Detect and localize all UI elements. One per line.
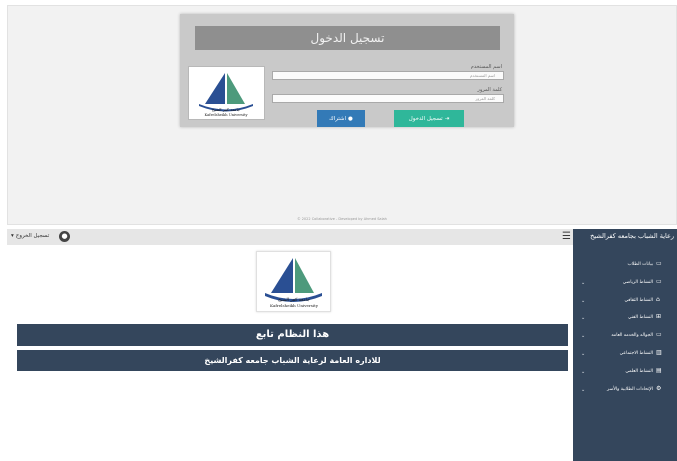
logout-label: تسجيل الخروج [15, 233, 50, 239]
user-add-icon: ● [348, 115, 353, 122]
dashboard-screen: ▾ تسجيل الخروج ● ☰ رعاية الشباب بجامعه ك… [7, 229, 677, 461]
username-label: اسم المستخدم [470, 64, 502, 70]
password-label: كلمة المرور [477, 87, 502, 93]
center-logo-graphic: جامعة كفر الشيخ Kafrelsheikh University [265, 258, 322, 308]
chevron-down-icon: ⌄ [581, 297, 586, 304]
sidebar: رعاية الشباب بجامعه كفرالشيخ بيانات الطل… [573, 229, 677, 461]
home-icon: ⌂ [656, 295, 660, 303]
sidebar-title: رعاية الشباب بجامعه كفرالشيخ [590, 232, 674, 240]
center-university-logo: جامعة كفر الشيخ Kafrelsheikh University [256, 251, 331, 312]
sidebar-item-label: الجواله والخدمه العامه [611, 333, 653, 339]
dropdown-caret-icon: ▾ [11, 233, 14, 239]
sidebar-item[interactable]: ⌄ الجواله والخدمه العامه ▭ [573, 328, 677, 346]
sidebar-item-label: النشاط الاجتماعي [619, 350, 653, 356]
laptop-icon: ▭ [656, 277, 662, 285]
sidebar-item[interactable]: ⌄ النشاط العلمي ▤ [573, 364, 677, 382]
desktop-icon: ▭ [656, 331, 662, 339]
sidebar-item[interactable]: ⌄ النشاط الرياضي ▭ [573, 275, 677, 293]
sidebar-item-label: الإتحادات الطلابية والأسر [607, 386, 653, 392]
sidebar-item-label: النشاط الثقافي [624, 297, 654, 303]
university-logo: جامعة كفر الشيخ Kafrelsheikh University [188, 66, 265, 120]
sidebar-item[interactable]: ⌄ النشاط الثقافي ⌂ [573, 293, 677, 311]
password-field[interactable]: كلمة المرور [272, 94, 504, 103]
hamburger-icon[interactable]: ☰ [562, 232, 571, 242]
register-button[interactable]: اشتراك ● [317, 110, 365, 127]
login-button-label: تسجيل الدخول [408, 115, 443, 122]
logo-english-text: Kafrelsheikh University [204, 113, 248, 117]
username-field[interactable]: اسم المستخدم [272, 71, 504, 80]
sidebar-item-label: بيانات الطلاب [627, 262, 653, 267]
center-logo-english-text: Kafrelsheikh University [270, 303, 319, 308]
chevron-down-icon: ⌄ [581, 315, 586, 322]
sidebar-item-label: النشاط الرياضي [622, 279, 653, 285]
sidebar-item[interactable]: ⌄ النشاط الفني ⊞ [573, 310, 677, 328]
logout-link[interactable]: ▾ تسجيل الخروج [11, 233, 49, 239]
sign-in-icon: ⇥ [444, 115, 450, 122]
chevron-down-icon: ⌄ [581, 333, 586, 340]
sidebar-item-label: النشاط العلمي [625, 368, 653, 374]
system-title-banner: هذا النظام تابع [17, 324, 568, 346]
login-title: تسجيل الدخول [195, 26, 500, 50]
top-navbar: ▾ تسجيل الخروج ● ☰ [7, 229, 573, 245]
university-logo-graphic: جامعة كفر الشيخ Kafrelsheikh University [199, 73, 253, 117]
chevron-down-icon: ⌄ [581, 350, 586, 357]
bar-chart-icon: ▤ [656, 366, 662, 374]
logo-arabic-text: جامعة كفر الشيخ [212, 107, 241, 112]
sidebar-item[interactable]: بيانات الطلاب ▭ [573, 257, 677, 275]
building-icon: ▥ [656, 348, 662, 356]
register-button-label: اشتراك [329, 115, 347, 122]
system-subtitle-banner: للاداره العامة لرعاية الشباب جامعه كفرال… [17, 350, 568, 371]
login-button[interactable]: تسجيل الدخول ⇥ [394, 110, 464, 127]
footer-text: © 2022 Collaborative - Developed by Ahme… [297, 217, 387, 221]
chevron-down-icon: ⌄ [581, 368, 586, 375]
cogs-icon: ⚙ [656, 384, 662, 392]
sidebar-item[interactable]: ⌄ النشاط الاجتماعي ▥ [573, 346, 677, 364]
user-circle-icon[interactable]: ● [59, 231, 70, 242]
login-panel: تسجيل الدخول جامعة كفر الشيخ Kafrelsheik… [180, 14, 514, 127]
chevron-down-icon: ⌄ [581, 386, 586, 393]
laptop-icon: ▭ [656, 260, 662, 267]
login-screen: تسجيل الدخول جامعة كفر الشيخ Kafrelsheik… [7, 5, 677, 225]
sidebar-menu: بيانات الطلاب ▭ ⌄ النشاط الرياضي ▭ ⌄ النشاط ال… [573, 257, 677, 399]
sidebar-item[interactable]: ⌄ الإتحادات الطلابية والأسر ⚙ [573, 382, 677, 400]
sitemap-icon: ⊞ [656, 313, 662, 321]
sidebar-item-label: النشاط الفني [628, 315, 653, 321]
chevron-down-icon: ⌄ [581, 279, 586, 286]
